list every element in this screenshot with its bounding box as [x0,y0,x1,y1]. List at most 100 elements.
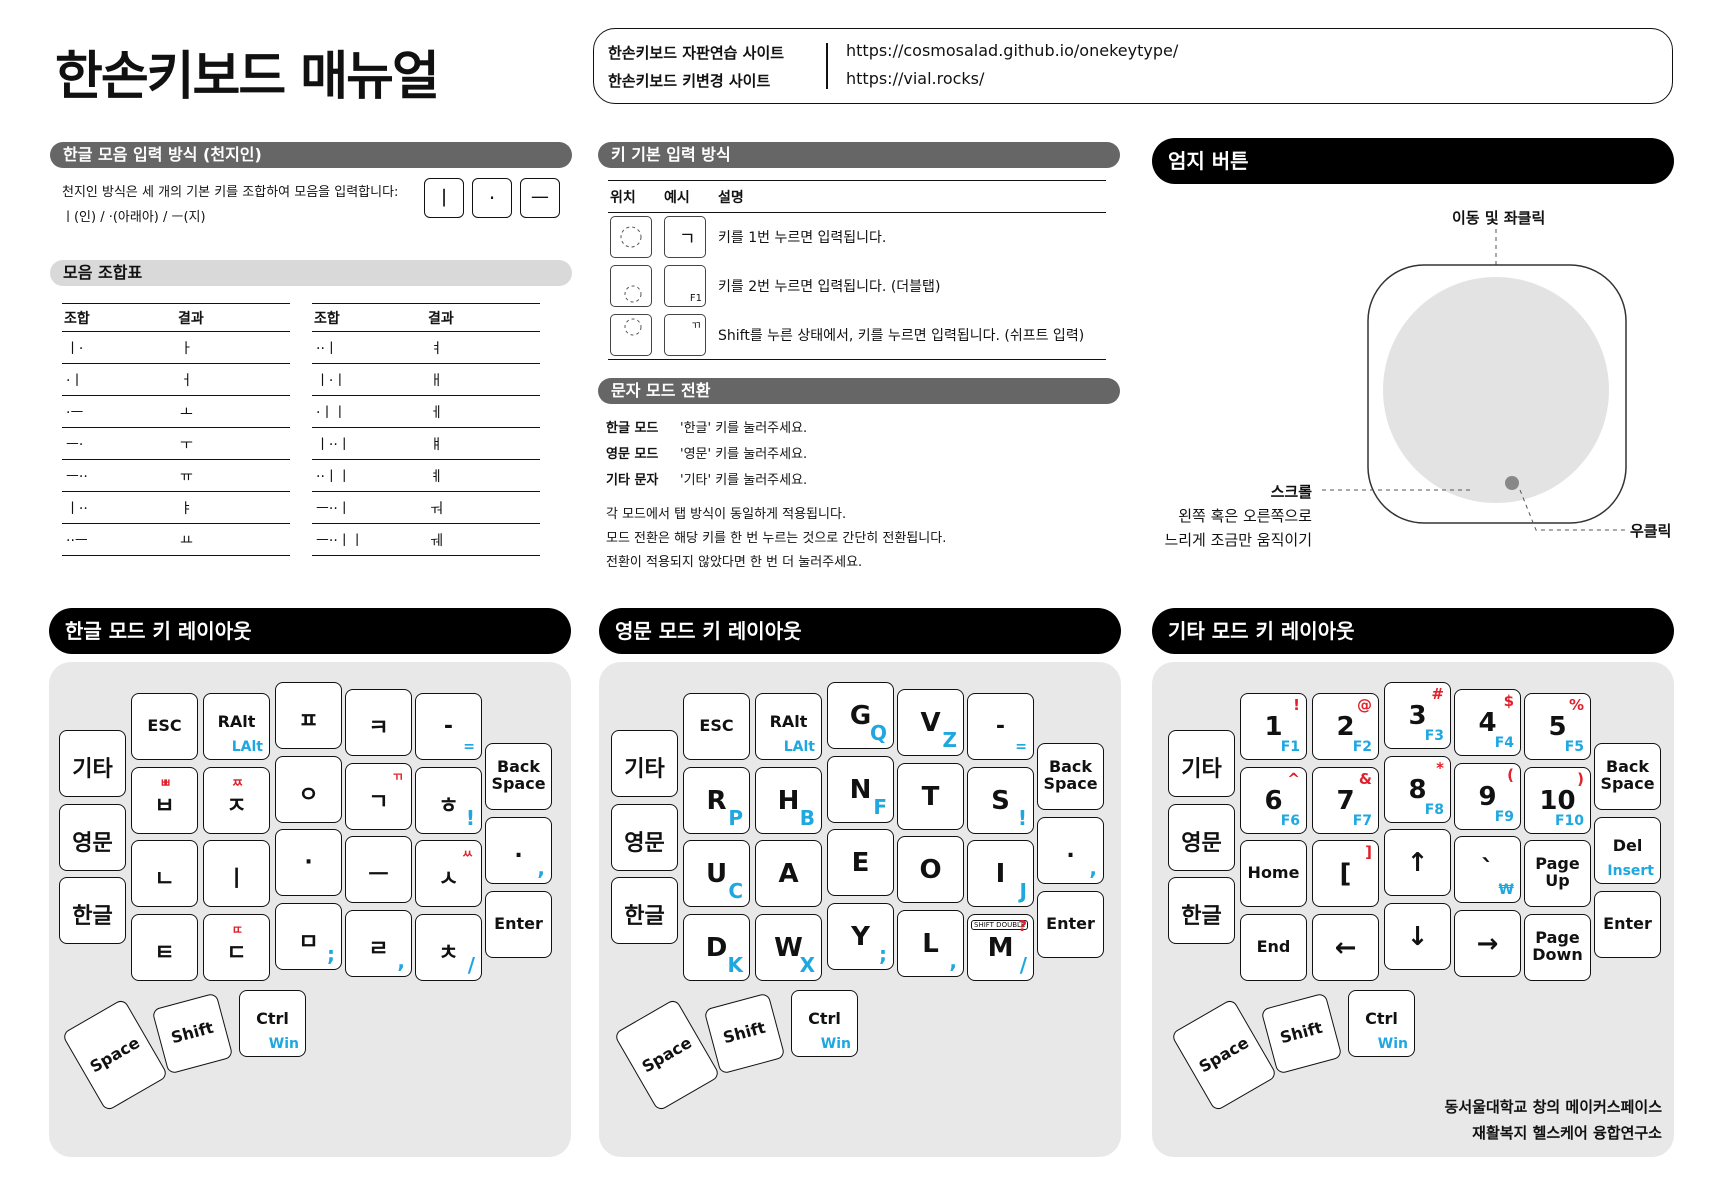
en-key-enter: Enter [1037,891,1104,958]
combo-col-comb-2: 조합 [312,303,426,332]
en-key-dash: - = [967,693,1034,760]
etc-key-hangeul: 한글 [1168,877,1235,944]
combo-comb-cell: ㅡ· [62,427,176,460]
links-box: 한손키보드 자판연습 사이트 한손키보드 키변경 사이트 https://cos… [593,28,1673,104]
example-key-f1: F1 [664,265,706,307]
en-key-o: O [897,836,964,903]
en-key-m: SHIFT DOUBLE? M / [967,914,1034,981]
basic-desc-3: Shift를 누른 상태에서, 키를 누르면 입력됩니다. (쉬프트 입력) [716,310,1106,360]
right-row: ㅣ··ㅣㅒ [312,427,540,460]
mode-list: 한글 모드 '한글' 키를 눌러주세요. 영문 모드 '영문' 키를 눌러주세요. … [606,421,808,488]
combo-comb-cell: ·ㅡ [62,395,176,428]
key-s: ㅆㅅ [415,840,482,907]
en-key-i: IJ [967,840,1034,907]
link-practice[interactable]: https://cosmosalad.github.io/onekeytype/ [846,41,1178,60]
right-row: ·ㅣㅣㅔ [312,395,540,428]
key-esc: ESC [131,693,198,760]
combo-result-cell: ㅐ [426,363,540,396]
basic-col-pos: 위치 [608,180,662,213]
en-key-gita: 기타 [611,730,678,797]
etc-key-backspace: Back Space [1594,743,1661,810]
etc-key-6: ^ 6 F6 [1240,767,1307,834]
combo-comb-cell: ·ㅣㅣ [312,395,426,428]
right-row: ··ㅣㅕ [312,331,540,364]
etc-key-left: ← [1312,914,1379,981]
etc-layout-panel: 기타 영문 한글 ! 1 F1 @2 F2 #3 F3 $4 F4 % 5 F5 Back Sp… [1152,662,1674,1157]
en-key-yeongmun: 영문 [611,804,678,871]
key-ctrl: Ctrl Win [239,990,306,1057]
key-d: ㄸㄷ [203,914,270,981]
example-key-g: ㄱ [664,216,706,259]
thumb-right-click: 우클릭 [1630,522,1672,540]
key-p: ㅍ [275,682,342,749]
combo-result-cell: ㅏ [176,331,290,364]
vowel-key-dot: · [472,178,512,218]
combo-table-right: 조합 결과 ··ㅣㅕㅣ·ㅣㅐ ·ㅣㅣㅔㅣ··ㅣㅒ ··ㅣㅣㅖㅡ··ㅣㅝㅡ··ㅣㅣㅞ [312,303,540,556]
en-key-esc: ESC [683,693,750,760]
left-row: ㅣ·· ㅑ [62,491,290,524]
basic-desc-2: 키를 2번 누르면 입력됩니다. (더블탭) [718,279,941,295]
link-remap[interactable]: https://vial.rocks/ [846,69,984,88]
etc-key-10: ) 10 F10 [1524,767,1591,834]
combo-col-comb: 조합 [62,303,176,332]
en-key-period: ., [1037,817,1104,884]
key-period: ., [485,817,552,884]
combo-col-result: 결과 [176,303,290,332]
left-row: ㅡ·· ㅠ [62,459,290,492]
key-o: ㅇ [275,756,342,823]
mode-notes: 각 모드에서 탭 방식이 동일하게 적용됩니다. 모드 전환은 해당 키를 한 … [606,507,947,570]
key-t: ㅌ [131,914,198,981]
combo-table-left: 조합 결과 ㅣ· ㅏ ·ㅣㅓ ·ㅡㅗㅡ· ㅜㅡ·· ㅠㅣ·· ㅑ ··ㅡㅛ [62,303,290,556]
en-key-ctrl: Ctrl Win [791,990,858,1057]
combo-result-cell: ㅔ [426,395,540,428]
en-layout-panel: 기타 영문 한글 ESC RAlt LAlt GQ VZ - = Back Space… [599,662,1121,1157]
combo-comb-cell: ··ㅣ [312,331,426,364]
key-hangeul: 한글 [59,877,126,944]
combo-comb-cell: ·ㅣ [62,363,176,396]
key-k: ㅋ [345,689,412,756]
etc-key-down: ↓ [1384,903,1451,970]
key-n: ㄴ [131,840,198,907]
etc-key-tick: ` ₩ [1454,836,1521,903]
key-g: ㄲㄱ [345,763,412,830]
en-key-h: HB [755,767,822,834]
etc-key-5: % 5 F5 [1524,693,1591,760]
ko-layout-panel: 기타 영문 한글 ESC RAlt LAlt ㅍ ㅋ - = Back Space ㅃ… [49,662,571,1157]
etc-key-ctrl: Ctrl Win [1348,990,1415,1057]
combo-result-cell: ㅠ [176,459,290,492]
etc-key-enter: Enter [1594,891,1661,958]
etc-key-3: #3 F3 [1384,682,1451,749]
en-key-s: S! [967,767,1034,834]
left-row: ·ㅣㅓ [62,363,290,396]
vowel-keys-desc: ㅣ(인) / ·(아래아) / ㅡ(지) [62,210,206,225]
key-enter: Enter [485,891,552,958]
etc-key-bracket: ][ [1312,840,1379,907]
left-row: ·ㅡㅗ [62,395,290,428]
combo-result-cell: ㅒ [426,427,540,460]
en-key-y: Y; [827,903,894,970]
page-title: 한손키보드 매뉴얼 [55,47,440,107]
key-dash: - = [415,693,482,760]
right-row: ㅡ··ㅣㅣㅞ [312,523,540,556]
en-key-r: RP [683,767,750,834]
key-j: ㅉㅈ [203,767,270,834]
vowel-key-i: ㅣ [424,178,464,218]
key-r: ㄹ, [345,910,412,977]
etc-key-7: & 7 F7 [1312,767,1379,834]
left-row: ㅡ· ㅜ [62,427,290,460]
etc-key-right: → [1454,910,1521,977]
etc-key-yeongmun: 영문 [1168,804,1235,871]
en-key-d: DK [683,914,750,981]
combo-header: 모음 조합표 [50,260,572,286]
key-i: ㅣ [203,840,270,907]
en-key-l: L, [897,910,964,977]
combo-result-cell: ㅞ [426,523,540,556]
combo-comb-cell: ··ㅣㅣ [312,459,426,492]
combo-comb-cell: ㅡ··ㅣㅣ [312,523,426,556]
pos-top-icon [610,313,652,356]
combo-result-cell: ㅖ [426,459,540,492]
etc-key-pagedown: Page Down [1524,914,1591,981]
basic-desc-1: 키를 1번 누르면 입력됩니다. [718,230,887,247]
etc-key-home: Home [1240,840,1307,907]
link-label-remap: 한손키보드 키변경 사이트 [608,72,771,90]
